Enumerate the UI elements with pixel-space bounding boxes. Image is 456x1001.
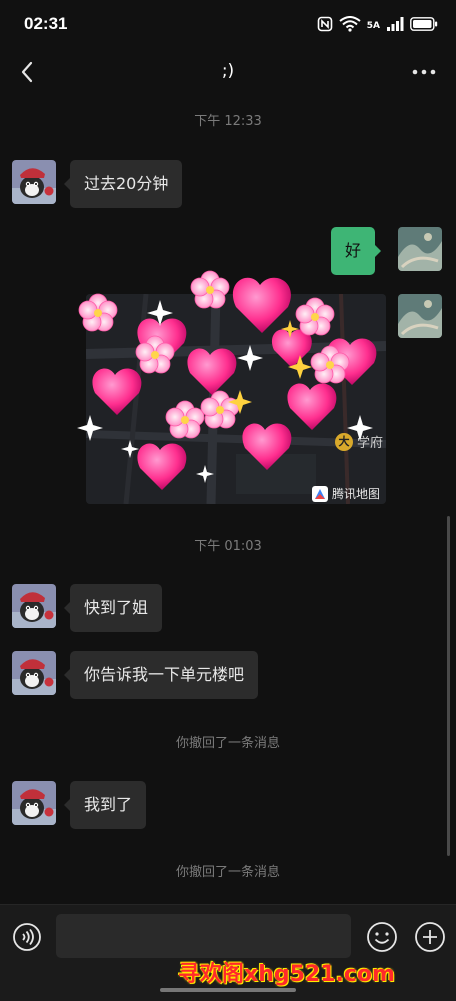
signal-icon: [386, 17, 404, 34]
contact-avatar-image: [12, 651, 56, 695]
message-bubble-incoming[interactable]: 你告诉我一下单元楼吧: [63, 651, 259, 699]
emoji-button[interactable]: [366, 921, 398, 953]
chat-title: ;): [221, 61, 235, 81]
my-avatar[interactable]: [398, 294, 442, 338]
contact-avatar-image: [12, 160, 56, 204]
avatar[interactable]: [12, 160, 56, 204]
message-input[interactable]: [56, 914, 351, 958]
emoji-icon: [367, 922, 397, 952]
more-button[interactable]: [410, 58, 438, 86]
message-bubble-incoming[interactable]: 过去20分钟: [63, 160, 183, 208]
network-label: 5A: [366, 20, 380, 31]
nfc-icon: [317, 16, 333, 35]
home-indicator: [160, 988, 296, 992]
message-bubble-incoming[interactable]: 我到了: [63, 781, 147, 829]
flower-heart-sticker: [77, 270, 377, 490]
timestamp: 下午 12:33: [194, 114, 262, 129]
plus-icon: [415, 922, 445, 952]
more-icon: [412, 69, 436, 75]
my-avatar[interactable]: [398, 227, 442, 271]
message-bubble-incoming[interactable]: 快到了姐: [63, 584, 163, 632]
status-time: 02:31: [24, 14, 68, 33]
wifi-icon: [339, 16, 361, 35]
status-bar: 02:31 5A: [0, 0, 456, 50]
scrollbar[interactable]: [447, 516, 450, 856]
avatar[interactable]: [12, 584, 56, 628]
voice-icon: [13, 923, 41, 951]
avatar[interactable]: [12, 651, 56, 695]
recall-notice: 你撤回了一条消息: [175, 736, 280, 751]
watermark: 寻欢阁xhg521.com: [178, 962, 395, 987]
heart-shapes: [92, 277, 377, 490]
my-avatar-image: [398, 294, 442, 338]
my-avatar-image: [398, 227, 442, 271]
chat-header: ;): [0, 50, 456, 96]
recall-notice: 你撤回了一条消息: [175, 865, 280, 880]
contact-avatar-image: [12, 584, 56, 628]
timestamp: 下午 01:03: [194, 539, 262, 554]
voice-button[interactable]: [12, 922, 42, 952]
avatar[interactable]: [12, 781, 56, 825]
status-icons: 5A: [317, 16, 438, 35]
battery-icon: [410, 17, 438, 34]
plus-button[interactable]: [414, 921, 446, 953]
contact-avatar-image: [12, 781, 56, 825]
